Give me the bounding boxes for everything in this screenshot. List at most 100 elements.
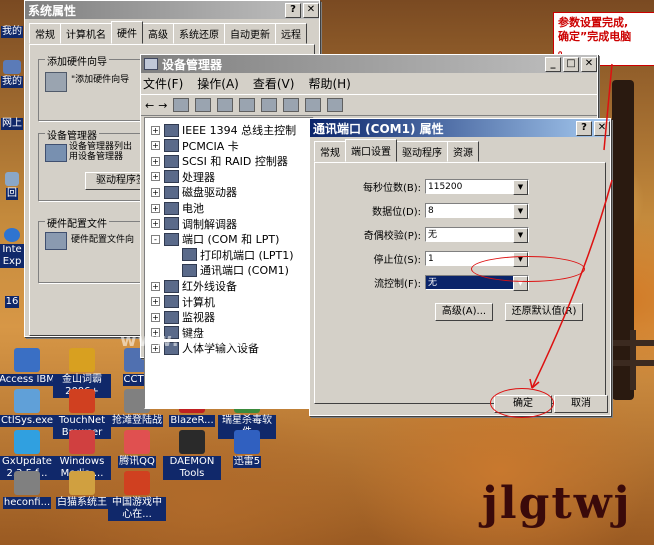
tab-port-settings[interactable]: 端口设置 [345, 139, 397, 162]
desktop-icon[interactable]: 白猫系统王 [53, 471, 111, 509]
expand-icon[interactable]: + [151, 156, 160, 166]
menu-action[interactable]: 操作(A) [197, 75, 239, 92]
tree-node-label: 红外线设备 [182, 280, 237, 293]
tree-node[interactable]: + SCSI 和 RAID 控制器 [151, 153, 288, 169]
tree-node[interactable]: + 监视器 [151, 309, 215, 325]
my-computer-icon [3, 60, 21, 74]
desktop-icon[interactable]: 中国游戏中心在... [108, 471, 166, 521]
expand-icon[interactable]: + [151, 203, 160, 213]
desktop-icon[interactable]: 迅雷5 [218, 430, 276, 468]
desktop-icon[interactable]: Inte Exp [0, 228, 24, 268]
cancel-button[interactable]: 取消 [554, 395, 608, 413]
ie-icon [4, 228, 20, 242]
dropdown-arrow-icon[interactable]: ▼ [513, 228, 528, 243]
expand-icon[interactable]: + [151, 172, 160, 182]
update-icon[interactable] [283, 98, 300, 112]
expand-icon[interactable]: + [151, 297, 160, 307]
touchnet-icon [69, 389, 95, 413]
up-icon[interactable] [173, 98, 190, 112]
field-baud-rate: 每秒位数(B): 115200 ▼ [335, 179, 529, 195]
tab-computer-name[interactable]: 计算机名 [60, 23, 112, 44]
desktop-icon[interactable]: 我的 [0, 60, 24, 88]
desktop-icon[interactable]: 16 [0, 296, 24, 308]
title-bar[interactable]: 系统属性 ? ✕ [25, 1, 319, 19]
menu-file[interactable]: 文件(F) [143, 75, 183, 92]
restore-defaults-button[interactable]: 还原默认值(R) [505, 303, 583, 321]
expand-icon[interactable]: + [151, 219, 160, 229]
expand-icon[interactable]: + [151, 281, 160, 291]
dropdown-arrow-icon[interactable]: ▼ [513, 204, 528, 219]
tree-node[interactable]: + PCMCIA 卡 [151, 138, 239, 154]
desktop-icon[interactable]: 回 [0, 172, 24, 200]
desktop-icon[interactable]: 我的 [0, 26, 24, 38]
tab-driver[interactable]: 驱动程序 [396, 141, 448, 162]
desktop-icon[interactable]: 腾讯QQ [108, 430, 166, 468]
expand-icon[interactable]: + [151, 187, 160, 197]
tree-node[interactable]: + 磁盘驱动器 [151, 184, 237, 200]
desktop-icon[interactable]: Access IBM [0, 348, 56, 386]
close-button[interactable]: ✕ [303, 2, 319, 18]
help-button[interactable]: ? [285, 2, 301, 18]
tab-advanced[interactable]: 高级 [142, 23, 174, 44]
advanced-button[interactable]: 高级(A)... [435, 303, 493, 321]
tree-node-label: IEEE 1394 总线主控制 [182, 124, 297, 137]
desktop-icon[interactable]: DAEMON Tools [163, 430, 221, 480]
tree-node[interactable]: + 计算机 [151, 294, 215, 310]
desktop-icon[interactable]: 网上 [0, 118, 24, 130]
menu-help[interactable]: 帮助(H) [308, 75, 350, 92]
tree-node[interactable]: + 电池 [151, 200, 204, 216]
battery-icon [164, 201, 179, 215]
dropdown-arrow-icon[interactable]: ▼ [513, 180, 528, 195]
maximize-button[interactable]: □ [563, 56, 579, 72]
close-button[interactable]: ✕ [594, 120, 610, 136]
tab-resources[interactable]: 资源 [447, 141, 479, 162]
forward-icon[interactable]: → [158, 99, 167, 112]
print-icon[interactable] [217, 98, 234, 112]
recycle-bin-icon [5, 172, 19, 186]
tab-remote[interactable]: 远程 [275, 23, 307, 44]
title-bar[interactable]: 通讯端口 (COM1) 属性 ? ✕ [310, 119, 610, 137]
tree-node[interactable]: + IEEE 1394 总线主控制 [151, 122, 296, 138]
tree-node[interactable]: + 处理器 [151, 169, 215, 185]
tree-node[interactable]: 通讯端口 (COM1) [169, 262, 289, 278]
tree-node[interactable]: + 调制解调器 [151, 216, 237, 232]
minimize-button[interactable]: _ [545, 56, 561, 72]
desktop-icon[interactable]: heconfi... [0, 471, 56, 509]
uninstall-icon[interactable] [327, 98, 344, 112]
tree-node-label: 磁盘驱动器 [182, 186, 237, 200]
menu-view[interactable]: 查看(V) [253, 75, 295, 92]
annotation-circle [490, 388, 554, 418]
data-bits-select[interactable]: 8 ▼ [425, 203, 529, 219]
tree-node[interactable]: + 红外线设备 [151, 278, 237, 294]
tab-hardware[interactable]: 硬件 [111, 21, 143, 44]
tree-node[interactable]: 打印机端口 (LPT1) [169, 247, 294, 263]
expand-icon[interactable]: + [151, 312, 160, 322]
help-icon[interactable] [239, 98, 256, 112]
close-button[interactable]: ✕ [581, 56, 597, 72]
properties-icon[interactable] [195, 98, 212, 112]
collapse-icon[interactable]: - [151, 234, 160, 244]
disable-icon[interactable] [305, 98, 322, 112]
title-bar[interactable]: 设备管理器 _ □ ✕ [141, 55, 597, 73]
tab-general[interactable]: 常规 [314, 141, 346, 162]
device-tree[interactable]: + IEEE 1394 总线主控制 + PCMCIA 卡 + SCSI 和 RAID 控制… [144, 117, 314, 409]
window-title: 设备管理器 [162, 57, 223, 72]
tab-system-restore[interactable]: 系统还原 [173, 23, 225, 44]
parity-select[interactable]: 无 ▼ [425, 227, 529, 243]
back-icon[interactable]: ← [145, 99, 154, 112]
baud-rate-select[interactable]: 115200 ▼ [425, 179, 529, 195]
heconfig-icon [14, 471, 40, 495]
help-button[interactable]: ? [576, 120, 592, 136]
desktop: jlgtwj 参数设置完成, 确定”完成电脑 。 我的 我的 网上 回 Inte… [0, 0, 654, 545]
computer-icon [144, 58, 158, 70]
scan-icon[interactable] [261, 98, 278, 112]
tab-general[interactable]: 常规 [29, 23, 61, 44]
desktop-icon[interactable]: CtlSys.exe [0, 389, 56, 427]
tree-node[interactable]: - 端口 (COM 和 LPT) [151, 231, 279, 247]
tab-auto-update[interactable]: 自动更新 [224, 23, 276, 44]
expand-icon[interactable]: + [151, 141, 160, 151]
window-title: 通讯端口 (COM1) 属性 [313, 121, 444, 136]
expand-icon[interactable]: + [151, 125, 160, 135]
tree-node-label: SCSI 和 RAID 控制器 [182, 155, 288, 169]
tab-panel: 每秒位数(B): 115200 ▼ 数据位(D): 8 ▼ 奇偶校验(P): 无 ▼ … [314, 162, 606, 404]
